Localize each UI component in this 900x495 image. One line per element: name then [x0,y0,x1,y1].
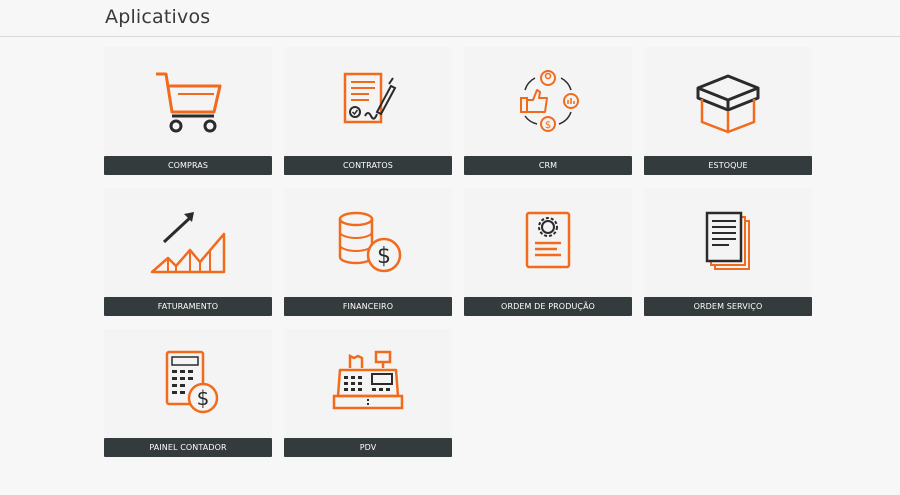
stacked-documents-icon [644,188,812,296]
app-label: CRM [464,156,632,175]
page-title: Aplicativos [105,6,211,28]
app-tile-crm[interactable]: $ CRM [464,47,632,175]
app-label: COMPRAS [104,156,272,175]
svg-text:$: $ [197,386,210,410]
app-tile-painel-contador[interactable]: $ PAINEL CONTADOR [104,329,272,457]
header-bar: Aplicativos [0,0,900,37]
app-tile-compras[interactable]: COMPRAS [104,47,272,175]
app-label: PAINEL CONTADOR [104,438,272,457]
app-tile-estoque[interactable]: ESTOQUE [644,47,812,175]
crm-cycle-icon: $ [464,47,632,155]
growth-chart-icon [104,188,272,296]
calculator-dollar-icon: $ [104,329,272,437]
production-gear-document-icon [464,188,632,296]
cash-register-icon [284,329,452,437]
svg-text:$: $ [377,244,391,269]
app-tile-financeiro[interactable]: $ FINANCEIRO [284,188,452,316]
app-label: ESTOQUE [644,156,812,175]
app-label: CONTRATOS [284,156,452,175]
app-tile-ordem-producao[interactable]: ORDEM DE PRODUÇÃO [464,188,632,316]
shopping-cart-icon [104,47,272,155]
app-label: FATURAMENTO [104,297,272,316]
app-tile-pdv[interactable]: PDV [284,329,452,457]
app-tile-faturamento[interactable]: FATURAMENTO [104,188,272,316]
app-label: FINANCEIRO [284,297,452,316]
svg-text:$: $ [545,120,551,131]
app-label: PDV [284,438,452,457]
apps-grid: COMPRAS CONTRATOS $ CRM ESTOQUE FATURAME… [104,47,812,457]
coins-dollar-icon: $ [284,188,452,296]
app-tile-ordem-servico[interactable]: ORDEM SERVIÇO [644,188,812,316]
app-label: ORDEM DE PRODUÇÃO [464,297,632,316]
app-tile-contratos[interactable]: CONTRATOS [284,47,452,175]
contract-signature-icon [284,47,452,155]
box-icon [644,47,812,155]
app-label: ORDEM SERVIÇO [644,297,812,316]
